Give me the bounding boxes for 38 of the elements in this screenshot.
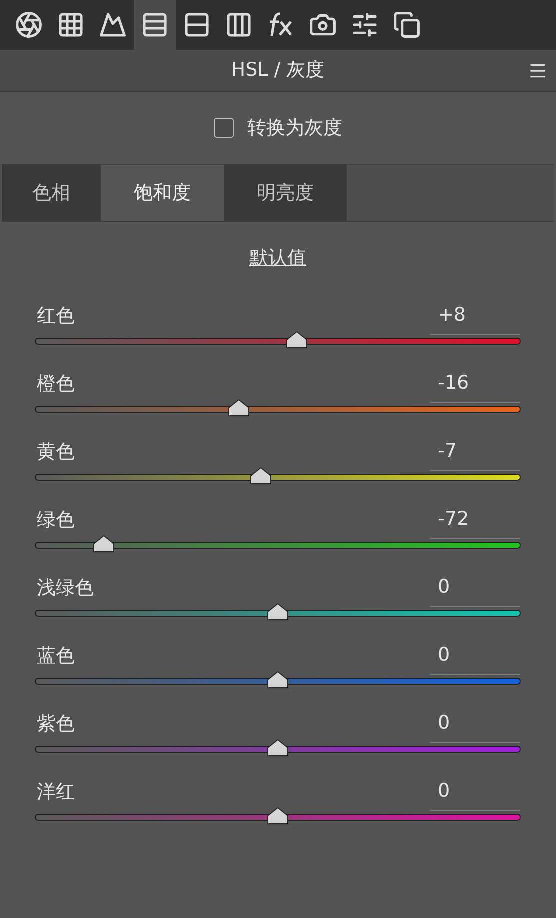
checkbox[interactable] (214, 118, 234, 138)
slider-label: 紫色 (36, 712, 75, 736)
panel-title: HSL / 灰度 (231, 58, 325, 84)
value-field[interactable]: 0 (430, 642, 520, 674)
slider-thumb[interactable] (267, 602, 289, 620)
slider-label: 浅绿色 (36, 576, 94, 600)
checkbox-label: 转换为灰度 (248, 116, 342, 141)
grid-icon (57, 11, 85, 39)
slider-thumb[interactable] (267, 738, 289, 756)
value-field[interactable]: 0 (430, 778, 520, 810)
slider-label: 橙色 (36, 372, 75, 396)
value-field[interactable]: 0 (430, 574, 520, 606)
sliders-icon (351, 11, 379, 39)
value-field[interactable]: -7 (430, 438, 520, 470)
value-field[interactable]: +8 (430, 302, 520, 334)
slider-label: 绿色 (36, 508, 75, 532)
tab[interactable]: 饱和度 (101, 165, 224, 221)
slider-thumb[interactable] (228, 398, 250, 416)
slider-thumb[interactable] (267, 670, 289, 688)
mountain-icon (99, 11, 127, 39)
toolbar-tab[interactable] (134, 0, 176, 50)
aperture-icon (15, 11, 43, 39)
slider-thumb[interactable] (267, 806, 289, 824)
slider-label: 蓝色 (36, 644, 75, 668)
stacked-squares-icon (393, 11, 421, 39)
slider-label: 黄色 (36, 440, 75, 464)
tab[interactable]: 色相 (2, 165, 101, 221)
default-link[interactable]: 默认值 (250, 244, 306, 272)
slider-label: 洋红 (36, 780, 75, 804)
tab[interactable]: 明亮度 (224, 165, 347, 221)
value-field[interactable]: -16 (430, 370, 520, 402)
slider-thumb[interactable] (92, 534, 115, 552)
slider-thumb[interactable] (286, 330, 308, 348)
value-field[interactable]: 0 (430, 710, 520, 742)
slider-label: 红色 (36, 304, 75, 328)
split-bars-icon (183, 11, 211, 39)
slider-thumb[interactable] (250, 466, 272, 484)
value-field[interactable]: -72 (430, 506, 520, 538)
